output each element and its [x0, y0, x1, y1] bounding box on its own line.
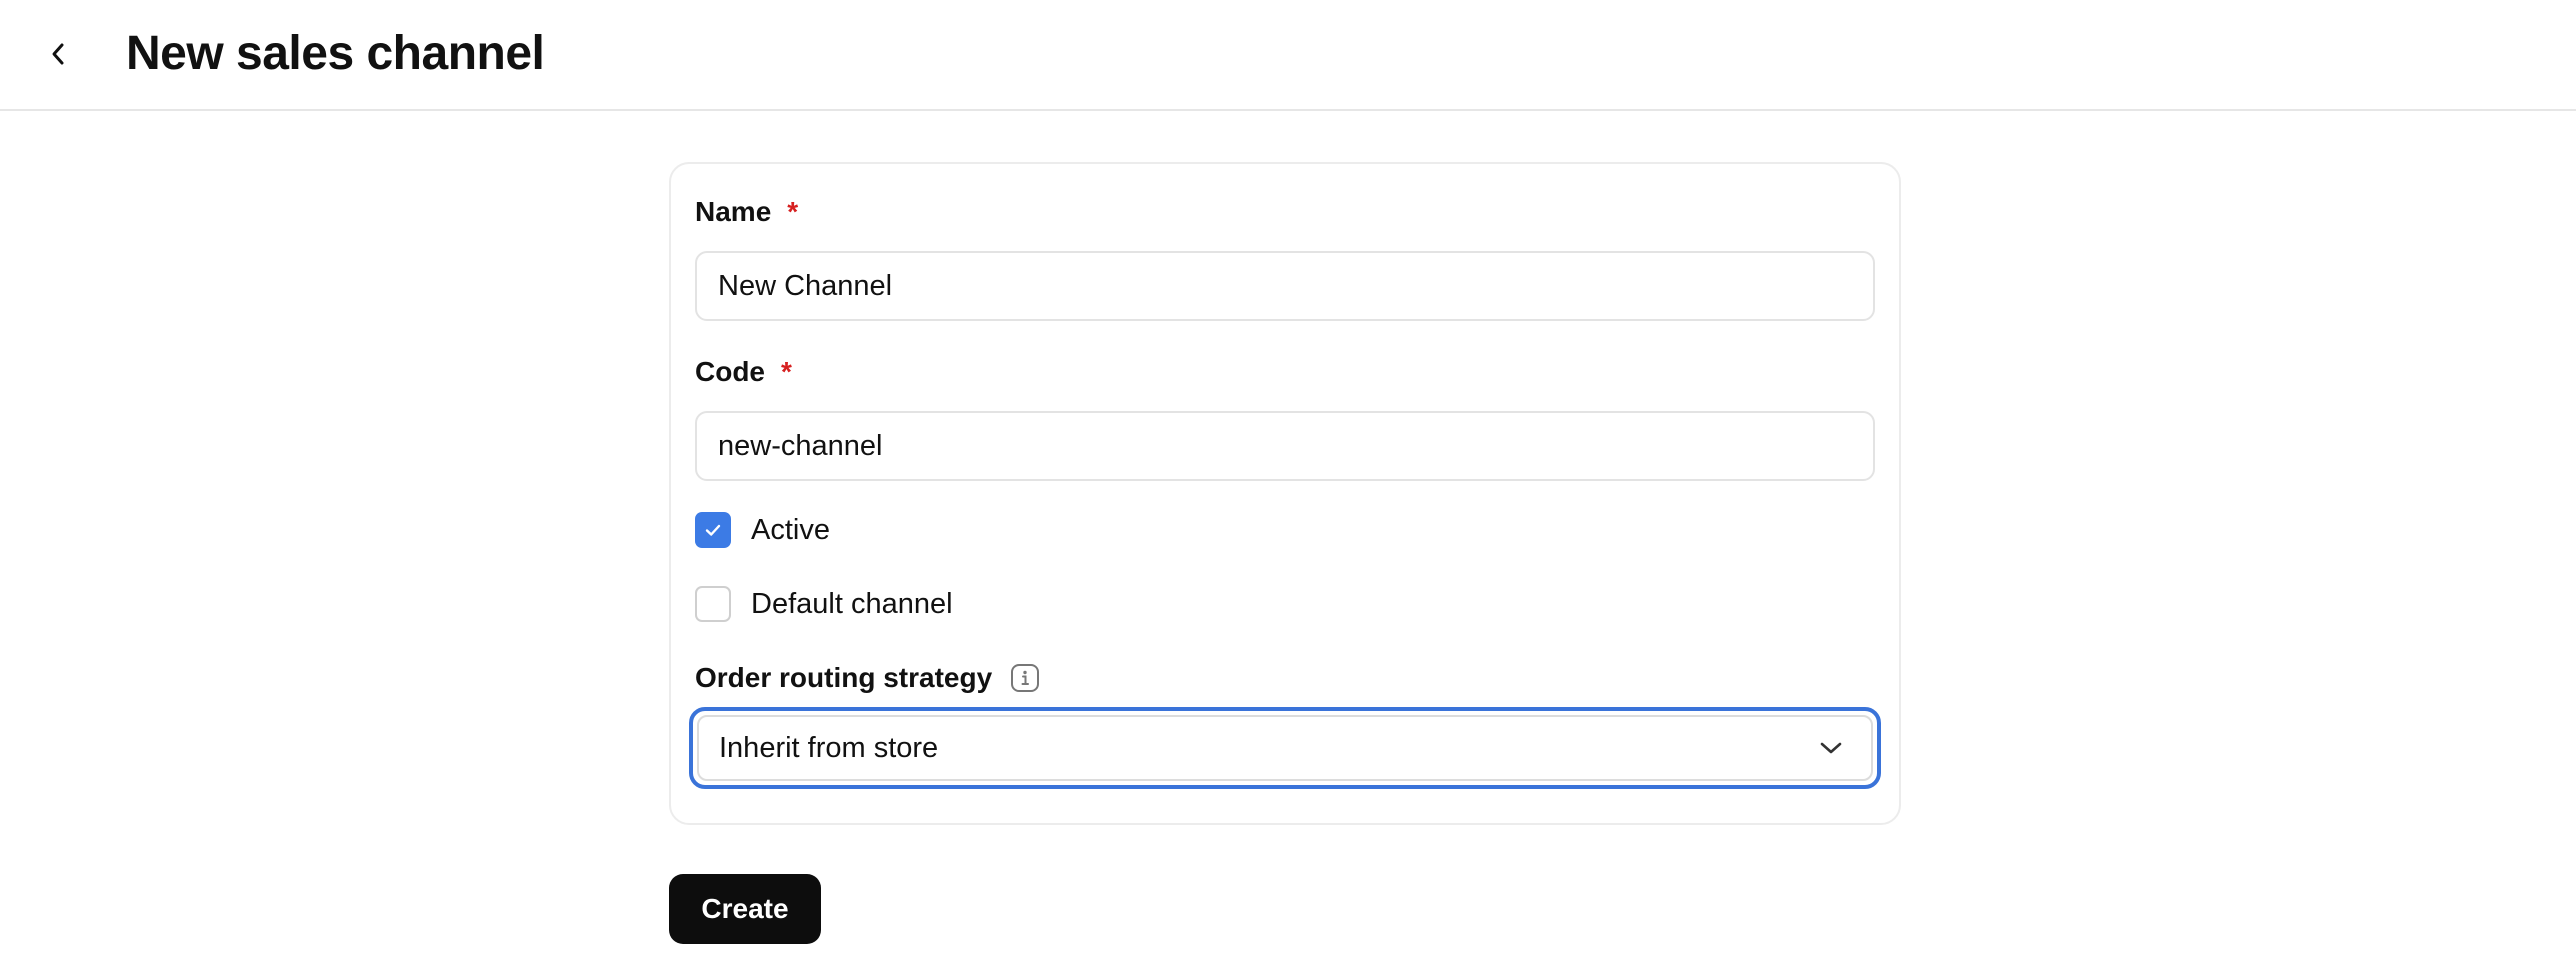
required-mark: * [781, 356, 792, 387]
routing-label: Order routing strategy [695, 660, 1040, 696]
name-label-text: Name [695, 196, 772, 227]
default-channel-label: Default channel [751, 587, 953, 620]
default-channel-checkbox-row[interactable]: Default channel [695, 586, 953, 622]
routing-strategy-select-field[interactable]: Inherit from store [697, 715, 1873, 781]
back-button[interactable] [38, 30, 78, 78]
routing-label-text: Order routing strategy [695, 662, 993, 693]
check-icon [705, 524, 721, 536]
info-icon[interactable] [1010, 663, 1040, 693]
create-button[interactable]: Create [669, 874, 821, 944]
active-checkbox[interactable] [695, 512, 731, 548]
routing-strategy-value: Inherit from store [719, 731, 939, 764]
code-input[interactable]: new-channel [695, 411, 1875, 481]
active-label: Active [751, 513, 830, 546]
channel-form-card: Name * New Channel Code * new-channel Ac… [669, 162, 1901, 825]
page-title: New sales channel [126, 27, 545, 80]
default-channel-checkbox[interactable] [695, 586, 731, 622]
active-checkbox-row[interactable]: Active [695, 512, 830, 548]
name-input-value: New Channel [718, 269, 893, 302]
name-label: Name * [695, 194, 798, 230]
code-input-value: new-channel [718, 429, 883, 462]
routing-strategy-select[interactable]: Inherit from store [689, 707, 1881, 789]
code-label-text: Code [695, 356, 765, 387]
page-header: New sales channel [0, 0, 2576, 111]
required-mark: * [787, 196, 799, 227]
chevron-down-icon [1817, 734, 1845, 762]
name-input[interactable]: New Channel [695, 251, 1875, 321]
chevron-left-icon [52, 43, 64, 65]
code-label: Code * [695, 354, 792, 390]
